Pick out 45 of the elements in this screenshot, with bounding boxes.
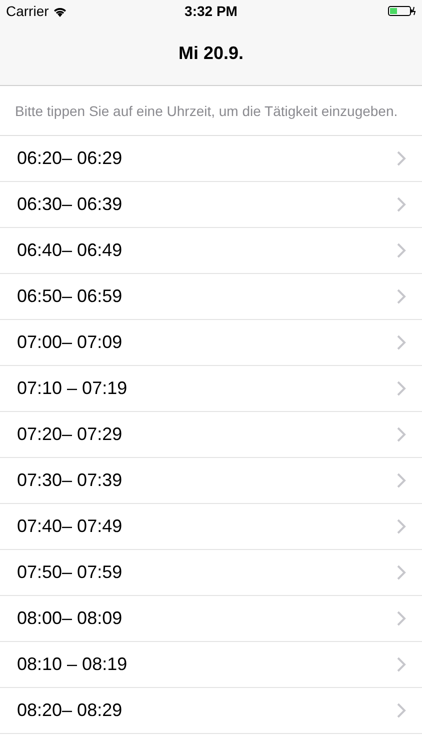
nav-title: Mi 20.9. (178, 42, 244, 65)
time-range: 07:30– 07:39 (17, 469, 122, 492)
chevron-right-icon (397, 381, 406, 396)
time-slot-row[interactable]: 06:50– 06:59 (0, 274, 422, 320)
chevron-right-icon (397, 427, 406, 442)
chevron-right-icon (397, 657, 406, 672)
chevron-right-icon (397, 289, 406, 304)
time-slot-row[interactable]: 07:00– 07:09 (0, 320, 422, 366)
chevron-right-icon (397, 243, 406, 258)
clock-time: 3:32 PM (184, 2, 238, 20)
chevron-right-icon (397, 519, 406, 534)
time-range: 07:10 – 07:19 (17, 377, 128, 400)
chevron-right-icon (397, 565, 406, 580)
time-slot-row[interactable]: 08:10 – 08:19 (0, 642, 422, 688)
hint-text: Bitte tippen Sie auf eine Uhrzeit, um die Tätigkeit einzugeben. (0, 86, 422, 136)
time-range: 06:50– 06:59 (17, 285, 122, 308)
time-range: 06:30– 06:39 (17, 193, 122, 216)
time-range: 06:20– 06:29 (17, 147, 122, 170)
chevron-right-icon (397, 703, 406, 718)
time-slot-row[interactable]: 07:50– 07:59 (0, 550, 422, 596)
chevron-right-icon (397, 151, 406, 166)
time-range: 08:10 – 08:19 (17, 653, 128, 676)
time-range: 08:20– 08:29 (17, 699, 122, 722)
chevron-right-icon (397, 197, 406, 212)
time-range: 07:00– 07:09 (17, 331, 122, 354)
time-slot-row[interactable]: 07:20– 07:29 (0, 412, 422, 458)
wifi-icon (52, 6, 67, 16)
time-slot-row[interactable]: 08:20– 08:29 (0, 688, 422, 734)
time-range: 08:00– 08:09 (17, 607, 122, 630)
chevron-right-icon (397, 473, 406, 488)
time-slot-row[interactable]: 07:30– 07:39 (0, 458, 422, 504)
time-slot-row[interactable]: 06:20– 06:29 (0, 136, 422, 182)
time-slot-row[interactable]: 08:00– 08:09 (0, 596, 422, 642)
chevron-right-icon (397, 335, 406, 350)
battery-icon (388, 5, 416, 17)
time-slot-row[interactable]: 07:40– 07:49 (0, 504, 422, 550)
carrier-label: Carrier (6, 2, 49, 20)
chevron-right-icon (397, 611, 406, 626)
time-slot-row[interactable]: 06:30– 06:39 (0, 182, 422, 228)
time-slot-row[interactable]: 06:40– 06:49 (0, 228, 422, 274)
time-range: 07:50– 07:59 (17, 561, 122, 584)
time-slot-row[interactable]: 07:10 – 07:19 (0, 366, 422, 412)
time-range: 06:40– 06:49 (17, 239, 122, 262)
time-range: 07:20– 07:29 (17, 423, 122, 446)
time-range: 07:40– 07:49 (17, 515, 122, 538)
